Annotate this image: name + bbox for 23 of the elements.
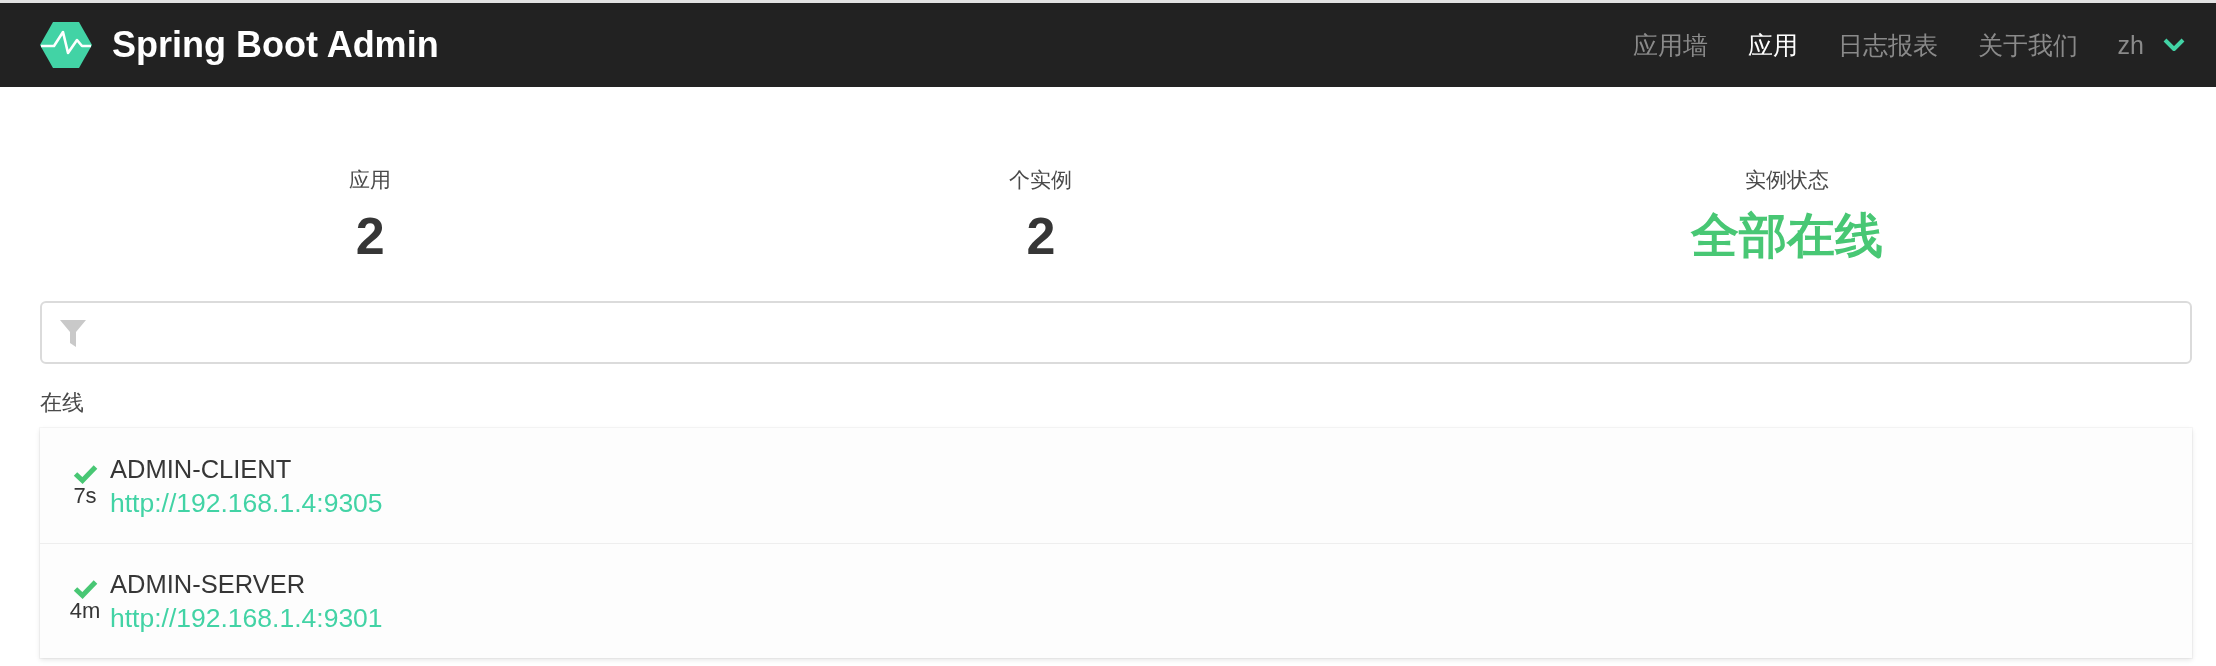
stat-label: 个实例 xyxy=(1008,167,1074,193)
filter-field[interactable] xyxy=(40,301,2192,364)
chevron-down-icon xyxy=(2163,38,2185,52)
application-name: ADMIN-SERVER xyxy=(110,569,306,600)
group-heading: 在线 xyxy=(40,389,85,417)
application-row[interactable]: 4m ADMIN-SERVER http://192.168.1.4:9301 xyxy=(40,543,2192,658)
language-dropdown[interactable]: zh xyxy=(2117,30,2185,60)
nav-link[interactable]: 应用墙 xyxy=(1632,30,1708,60)
stat-label: 实例状态 xyxy=(1743,167,1830,193)
nav-link[interactable]: 应用 xyxy=(1747,30,1798,60)
brand-link[interactable]: Spring Boot Admin xyxy=(40,22,439,68)
nav-link[interactable]: 日志报表 xyxy=(1837,30,1938,60)
application-name: ADMIN-CLIENT xyxy=(110,453,292,485)
status-value: 全部在线 xyxy=(1689,208,1884,264)
nav-link[interactable]: 关于我们 xyxy=(1977,30,2078,60)
stat-value: 2 xyxy=(1025,206,1057,267)
logo-icon xyxy=(40,22,92,68)
stat-value: 2 xyxy=(354,206,386,267)
uptime-text: 4m xyxy=(69,599,101,623)
filter-icon xyxy=(60,320,86,347)
application-row[interactable]: 7s ADMIN-CLIENT http://192.168.1.4:9305 xyxy=(40,428,2192,543)
stat-label: 应用 xyxy=(348,167,393,193)
uptime-text: 7s xyxy=(73,483,97,508)
